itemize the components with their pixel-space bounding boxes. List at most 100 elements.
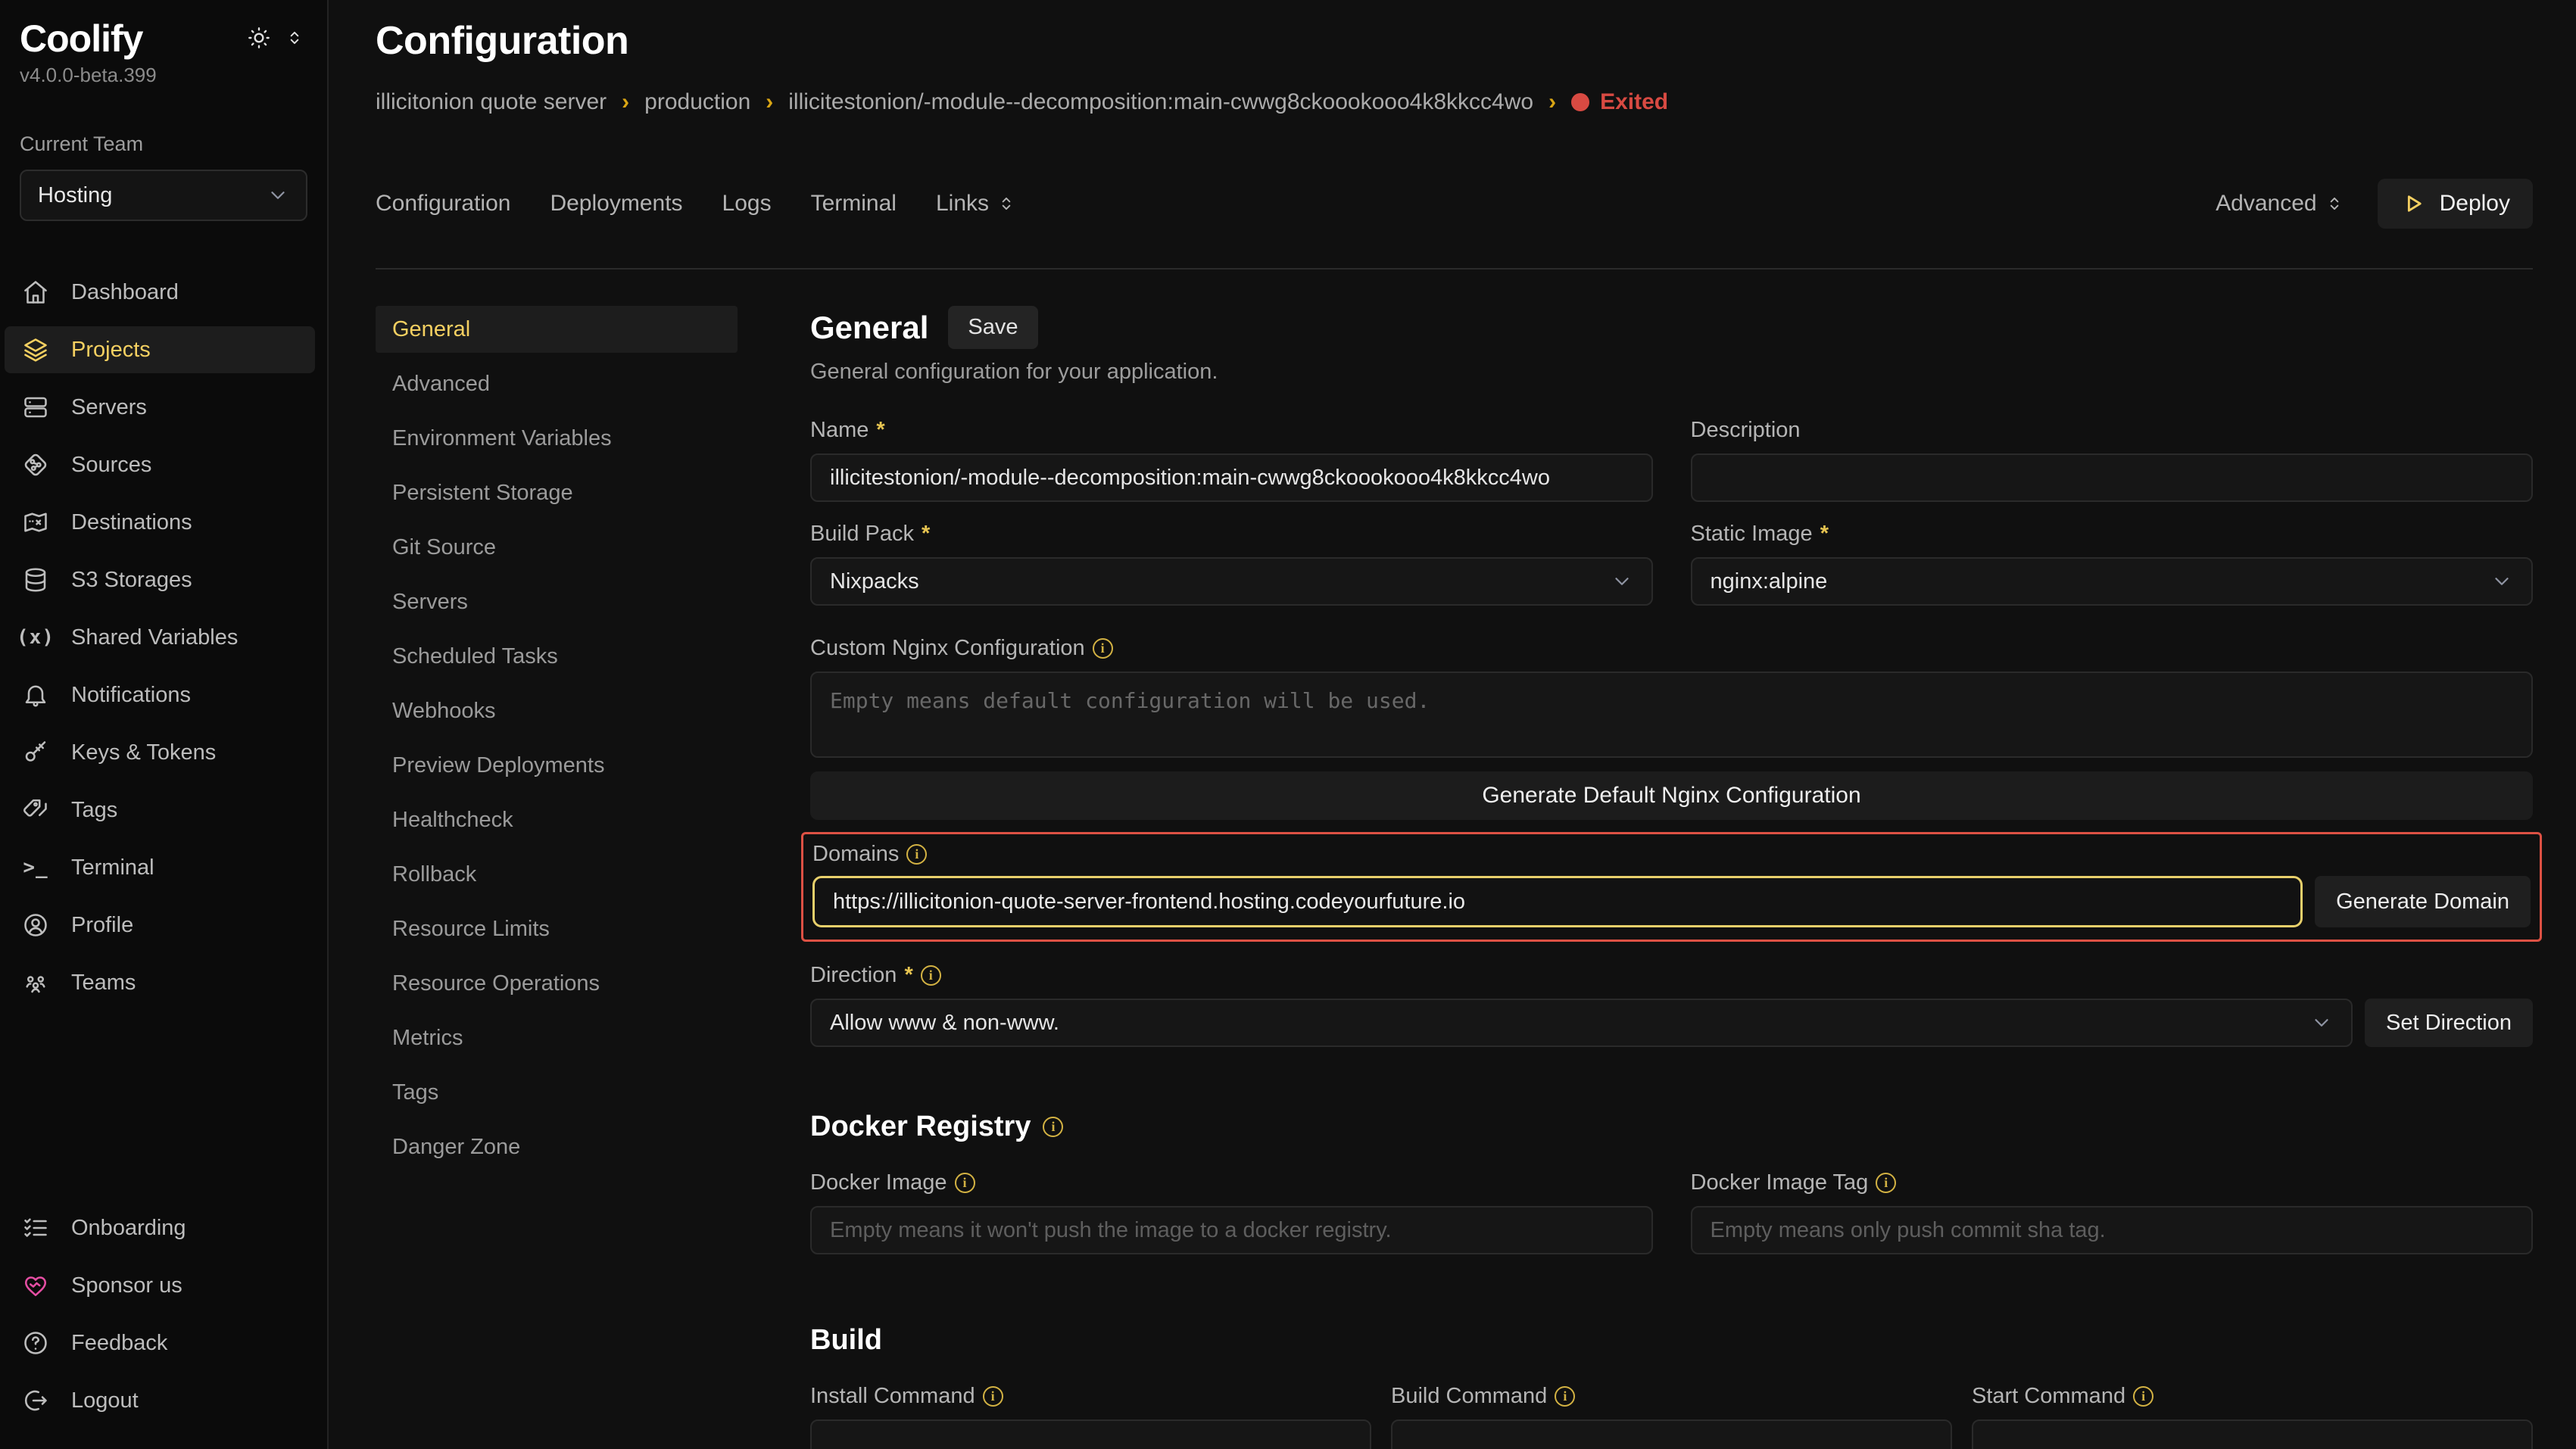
status-dot-icon <box>1571 93 1589 111</box>
info-icon <box>1093 638 1113 659</box>
sources-icon <box>21 451 50 478</box>
config-nav-item-danger-zone[interactable]: Danger Zone <box>376 1123 738 1170</box>
config-nav-item-environment-variables[interactable]: Environment Variables <box>376 415 738 462</box>
chevron-down-icon <box>2310 1011 2333 1034</box>
build-pack-label: Build Pack* <box>810 522 1653 547</box>
tab-logs[interactable]: Logs <box>722 191 772 217</box>
logout-icon <box>21 1387 50 1414</box>
sidebar-item-s3-storages[interactable]: S3 Storages <box>5 556 315 603</box>
main-content: Configuration illicitonion quote server … <box>329 0 2576 1449</box>
heart-icon <box>21 1272 50 1299</box>
layers-icon <box>21 336 50 363</box>
current-team-label: Current Team <box>0 132 327 156</box>
sidebar-item-sources[interactable]: Sources <box>5 441 315 488</box>
map-icon <box>21 509 50 536</box>
chevron-down-icon <box>267 184 289 207</box>
name-input[interactable] <box>810 453 1653 502</box>
question-icon <box>21 1329 50 1357</box>
generate-nginx-button[interactable]: Generate Default Nginx Configuration <box>810 771 2533 820</box>
description-label: Description <box>1691 418 2534 443</box>
sidebar-footer-nav: Onboarding Sponsor us Feedback Logout <box>0 1199 327 1429</box>
config-nav-item-metrics[interactable]: Metrics <box>376 1014 738 1061</box>
sidebar-item-feedback[interactable]: Feedback <box>5 1320 315 1366</box>
domains-label: Domains <box>812 842 2531 867</box>
build-command-input[interactable] <box>1391 1419 1952 1449</box>
section-title-general: General <box>810 310 928 346</box>
sidebar-item-terminal[interactable]: >_ Terminal <box>5 844 315 891</box>
sidebar-item-destinations[interactable]: Destinations <box>5 499 315 546</box>
team-select[interactable]: Hosting <box>20 170 307 221</box>
sidebar-item-dashboard[interactable]: Dashboard <box>5 269 315 316</box>
config-nav-item-preview-deployments[interactable]: Preview Deployments <box>376 742 738 789</box>
description-input[interactable] <box>1691 453 2534 502</box>
breadcrumb-environment[interactable]: production <box>644 89 750 115</box>
sidebar-item-profile[interactable]: Profile <box>5 902 315 949</box>
sidebar-item-onboarding[interactable]: Onboarding <box>5 1204 315 1251</box>
config-nav-item-persistent-storage[interactable]: Persistent Storage <box>376 469 738 516</box>
custom-nginx-textarea[interactable] <box>810 672 2533 758</box>
config-nav-item-git-source[interactable]: Git Source <box>376 524 738 571</box>
config-nav-item-webhooks[interactable]: Webhooks <box>376 687 738 734</box>
start-command-input[interactable] <box>1972 1419 2533 1449</box>
sidebar-item-logout[interactable]: Logout <box>5 1377 315 1424</box>
static-image-select[interactable]: nginx:alpine <box>1691 557 2534 606</box>
sidebar-item-teams[interactable]: Teams <box>5 959 315 1006</box>
static-image-label: Static Image* <box>1691 522 2534 547</box>
section-title-build: Build <box>810 1324 2533 1357</box>
build-pack-select[interactable]: Nixpacks <box>810 557 1653 606</box>
config-nav-item-resource-limits[interactable]: Resource Limits <box>376 905 738 952</box>
config-nav-item-scheduled-tasks[interactable]: Scheduled Tasks <box>376 633 738 680</box>
chevron-right-icon: › <box>622 89 629 115</box>
advanced-menu[interactable]: Advanced <box>2216 191 2344 217</box>
sidebar-item-keys-tokens[interactable]: Keys & Tokens <box>5 729 315 776</box>
checklist-icon <box>21 1214 50 1242</box>
sidebar-item-notifications[interactable]: Notifications <box>5 672 315 718</box>
tab-configuration[interactable]: Configuration <box>376 191 510 217</box>
tab-bar: Configuration Deployments Logs Terminal … <box>376 179 2533 229</box>
sidebar-collapse-icon[interactable] <box>285 28 304 48</box>
chevron-down-icon <box>1611 570 1633 593</box>
config-nav-item-healthcheck[interactable]: Healthcheck <box>376 796 738 843</box>
breadcrumb-application[interactable]: illicitestonion/-module--decomposition:m… <box>788 89 1533 115</box>
config-nav-item-general[interactable]: General <box>376 306 738 353</box>
database-icon <box>21 566 50 594</box>
breadcrumb-project[interactable]: illicitonion quote server <box>376 89 607 115</box>
tab-divider <box>376 268 2533 270</box>
info-icon <box>921 965 941 986</box>
tab-terminal[interactable]: Terminal <box>811 191 897 217</box>
domains-highlight-box: Domains Generate Domain <box>801 832 2542 942</box>
info-icon <box>1876 1173 1896 1193</box>
direction-select[interactable]: Allow www & non-www. <box>810 999 2353 1047</box>
config-nav-item-advanced[interactable]: Advanced <box>376 360 738 407</box>
config-nav-item-servers[interactable]: Servers <box>376 578 738 625</box>
install-command-input[interactable] <box>810 1419 1371 1449</box>
section-title-docker-registry: Docker Registry <box>810 1111 2533 1143</box>
set-direction-button[interactable]: Set Direction <box>2365 999 2533 1047</box>
docker-image-tag-input[interactable] <box>1691 1206 2534 1254</box>
server-icon <box>21 394 50 421</box>
tag-icon <box>21 796 50 824</box>
info-icon <box>983 1386 1003 1407</box>
config-nav-item-rollback[interactable]: Rollback <box>376 851 738 898</box>
config-nav-item-tags[interactable]: Tags <box>376 1069 738 1116</box>
domains-input[interactable] <box>812 876 2303 927</box>
info-icon <box>2133 1386 2153 1407</box>
config-nav-item-resource-operations[interactable]: Resource Operations <box>376 960 738 1007</box>
chevron-right-icon: › <box>766 89 773 115</box>
sidebar-item-sponsor[interactable]: Sponsor us <box>5 1262 315 1309</box>
deploy-button[interactable]: Deploy <box>2378 179 2533 229</box>
info-icon <box>955 1173 975 1193</box>
sidebar-item-tags[interactable]: Tags <box>5 787 315 834</box>
theme-toggle-sun-icon[interactable] <box>247 26 271 50</box>
save-button[interactable]: Save <box>948 306 1037 349</box>
docker-image-input[interactable] <box>810 1206 1653 1254</box>
tab-links[interactable]: Links <box>936 191 1016 217</box>
generate-domain-button[interactable]: Generate Domain <box>2315 876 2531 927</box>
tab-deployments[interactable]: Deployments <box>550 191 682 217</box>
sidebar-item-servers[interactable]: Servers <box>5 384 315 431</box>
info-icon <box>906 844 927 865</box>
sidebar-item-projects[interactable]: Projects <box>5 326 315 373</box>
status-badge: Exited <box>1571 89 1668 115</box>
sidebar-item-shared-variables[interactable]: (x) Shared Variables <box>5 614 315 661</box>
sidebar-nav: Dashboard Projects Servers Sources Desti… <box>0 263 327 1011</box>
